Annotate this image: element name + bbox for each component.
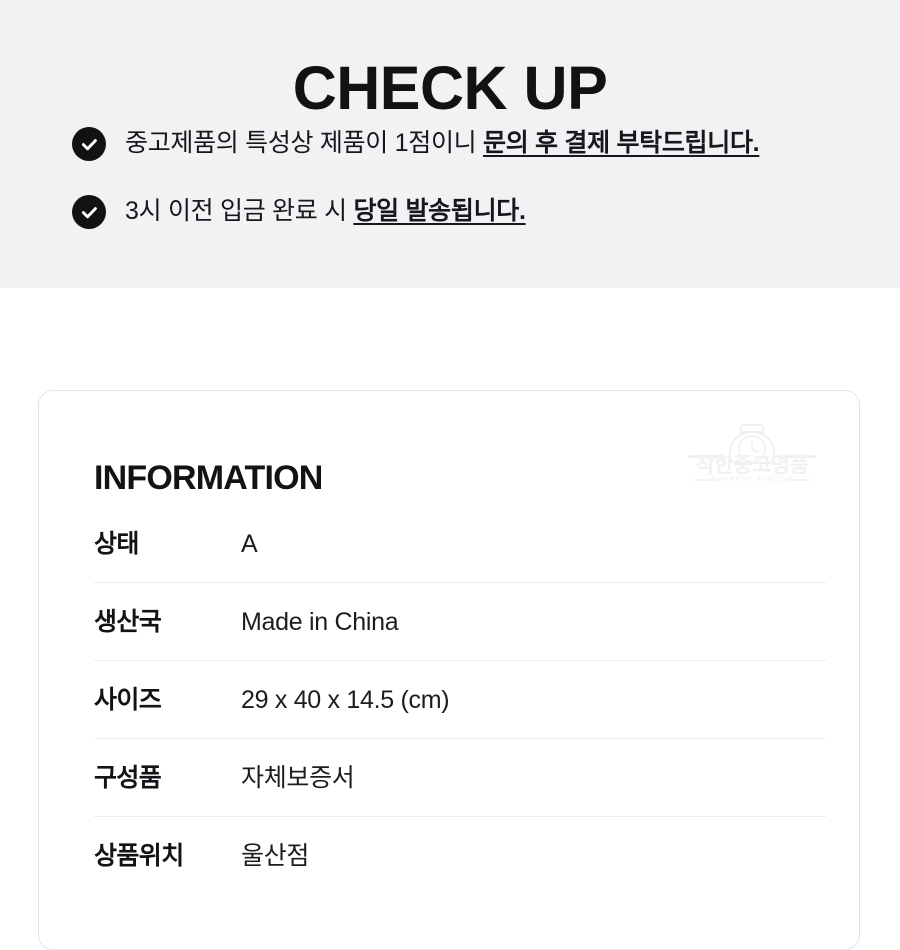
checkup-title: CHECK UP: [292, 53, 608, 122]
watch-logo-icon: [728, 424, 776, 464]
checkup-item-text: 중고제품의 특성상 제품이 1점이니 문의 후 결제 부탁드립니다.: [125, 128, 760, 159]
checkup-panel: CHECK UP 중고제품의 특성상 제품이 1점이니 문의 후 결제 부탁드립…: [0, 0, 900, 288]
list-item: 중고제품의 특성상 제품이 1점이니 문의 후 결제 부탁드립니다.: [72, 118, 872, 170]
watermark-sub-rule-left: [694, 479, 716, 481]
table-row: 상품위치 울산점: [94, 817, 826, 895]
watermark-rule-right: [780, 455, 816, 458]
row-label: 생산국: [94, 607, 162, 636]
product-detail-page: CHECK UP 중고제품의 특성상 제품이 1점이니 문의 후 결제 부탁드립…: [0, 0, 900, 950]
checkup-item-text: 3시 이전 입금 완료 시 당일 발송됩니다.: [125, 196, 526, 227]
information-table: 상태 A 생산국 Made in China 사이즈 29 x 40 x 14.…: [94, 505, 826, 895]
watermark-wordmark: 착한중고명품: [695, 454, 809, 477]
row-value: 29 x 40 x 14.5 (cm): [241, 685, 450, 714]
table-row: 구성품 자체보증서: [94, 739, 826, 817]
information-title: INFORMATION: [94, 459, 323, 498]
row-value: A: [241, 529, 258, 558]
watermark-rule-left: [688, 455, 724, 458]
row-value: 울산점: [241, 842, 310, 870]
row-value: 자체보증서: [241, 763, 355, 792]
information-card: INFORMATION 착한중고명품 CHAKHAN JUNGGO 상태 A 생…: [38, 390, 860, 950]
watermark-subtext: CHAKHAN JUNGGO: [711, 476, 793, 483]
row-label: 상태: [94, 529, 139, 558]
watermark-sub-rule-right: [788, 479, 810, 481]
checkup-list: 중고제품의 특성상 제품이 1점이니 문의 후 결제 부탁드립니다. 3시 이전…: [72, 118, 872, 254]
list-item: 3시 이전 입금 완료 시 당일 발송됩니다.: [72, 186, 872, 238]
table-row: 생산국 Made in China: [94, 583, 826, 661]
row-label: 구성품: [94, 763, 162, 792]
check-circle-icon: [72, 195, 106, 229]
row-value: Made in China: [241, 607, 399, 636]
checkup-item-plain: 중고제품의 특성상 제품이 1점이니: [125, 129, 483, 158]
table-row: 상태 A: [94, 505, 826, 583]
brand-watermark: 착한중고명품 CHAKHAN JUNGGO: [688, 422, 816, 484]
row-label: 상품위치: [94, 842, 184, 870]
checkup-item-plain: 3시 이전 입금 완료 시: [125, 197, 354, 226]
checkup-item-emphasis: 당일 발송됩니다.: [353, 197, 526, 226]
table-row: 사이즈 29 x 40 x 14.5 (cm): [94, 661, 826, 739]
checkup-item-emphasis: 문의 후 결제 부탁드립니다.: [483, 129, 760, 158]
check-circle-icon: [72, 127, 106, 161]
row-label: 사이즈: [94, 685, 162, 714]
